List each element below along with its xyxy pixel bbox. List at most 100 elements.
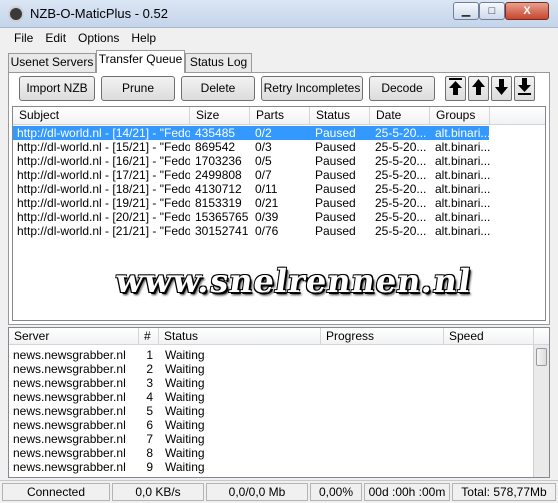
col-parts[interactable]: Parts — [250, 107, 310, 125]
menu-options[interactable]: Options — [72, 29, 125, 45]
move-down-icon[interactable] — [491, 76, 512, 101]
queue-cell-subject: http://dl-world.nl - [20/21] - "Fedo... — [17, 210, 190, 224]
queue-cell-size: 8153319 — [195, 196, 242, 210]
connection-row[interactable]: news.newsgrabber.nl 3 Waiting — [9, 376, 529, 390]
connection-number: 8 — [146, 446, 153, 460]
queue-cell-date: 25-5-20... — [375, 154, 427, 168]
connection-row[interactable]: news.newsgrabber.nl 9 Waiting — [9, 460, 529, 474]
vertical-scrollbar[interactable] — [533, 345, 549, 477]
connection-status: Waiting — [165, 460, 205, 474]
queue-cell-groups: alt.binari... — [435, 224, 490, 238]
title-bar: NZB-O-MaticPlus - 0.52 ▁ □ X — [0, 0, 558, 28]
col-groups[interactable]: Groups — [430, 107, 490, 125]
queue-cell-date: 25-5-20... — [375, 126, 427, 140]
queue-cell-groups: alt.binari... — [435, 168, 490, 182]
connection-number: 2 — [146, 362, 153, 376]
col-size[interactable]: Size — [190, 107, 250, 125]
queue-cell-date: 25-5-20... — [375, 196, 427, 210]
queue-row[interactable]: http://dl-world.nl - [20/21] - "Fedo... 1… — [13, 210, 545, 224]
import-nzb-button[interactable]: Import NZB — [19, 76, 95, 101]
eta-status: 00d :00h :00m — [364, 483, 450, 501]
connection-server: news.newsgrabber.nl — [13, 460, 126, 474]
connection-row[interactable]: news.newsgrabber.nl 2 Waiting — [9, 362, 529, 376]
delete-button[interactable]: Delete — [181, 76, 255, 101]
queue-row[interactable]: http://dl-world.nl - [18/21] - "Fedo... 4… — [13, 182, 545, 196]
speed-status: 0,0 KB/s — [112, 483, 204, 501]
retry-incompletes-button[interactable]: Retry Incompletes — [261, 76, 363, 101]
queue-row[interactable]: http://dl-world.nl - [16/21] - "Fedo... 1… — [13, 154, 545, 168]
connection-number: 6 — [146, 418, 153, 432]
percent-status: 0,00% — [310, 483, 362, 501]
queue-cell-parts: 0/21 — [255, 196, 279, 210]
connection-number: 7 — [146, 432, 153, 446]
scrollbar-thumb[interactable] — [536, 348, 547, 366]
connection-server: news.newsgrabber.nl — [13, 404, 126, 418]
tab-status-log[interactable]: Status Log — [185, 53, 252, 72]
menu-help[interactable]: Help — [125, 29, 162, 45]
transfer-status: 0,0/0,0 Mb — [206, 483, 308, 501]
queue-cell-status: Paused — [315, 140, 356, 154]
col-status[interactable]: Status — [310, 107, 370, 125]
total-status: Total: 578,77Mb — [452, 483, 556, 501]
queue-cell-size: 30152741 — [195, 224, 249, 238]
queue-cell-subject: http://dl-world.nl - [15/21] - "Fedo... — [17, 140, 190, 154]
move-top-icon[interactable] — [445, 76, 466, 101]
queue-row[interactable]: http://dl-world.nl - [19/21] - "Fedo... 8… — [13, 196, 545, 210]
connection-number: 4 — [146, 390, 153, 404]
queue-cell-size: 15365765 — [195, 210, 249, 224]
queue-cell-status: Paused — [315, 182, 356, 196]
maximize-button[interactable]: □ — [479, 2, 505, 20]
tab-usenet-servers[interactable]: Usenet Servers — [8, 53, 96, 72]
move-bottom-icon[interactable] — [514, 76, 535, 101]
tab-transfer-queue[interactable]: Transfer Queue — [96, 50, 185, 73]
minimize-button[interactable]: ▁ — [453, 2, 479, 20]
connection-server: news.newsgrabber.nl — [13, 390, 126, 404]
queue-cell-size: 1703236 — [195, 154, 242, 168]
col-progress[interactable]: Progress — [321, 328, 444, 345]
col-conn-status[interactable]: Status — [159, 328, 321, 345]
queue-cell-groups: alt.binari... — [435, 182, 490, 196]
queue-cell-size: 435485 — [195, 126, 236, 140]
connection-row[interactable]: news.newsgrabber.nl 8 Waiting — [9, 446, 529, 460]
connection-number: 5 — [146, 404, 153, 418]
connection-server: news.newsgrabber.nl — [13, 348, 126, 362]
menu-file[interactable]: File — [0, 29, 39, 45]
window-title: NZB-O-MaticPlus - 0.52 — [30, 6, 168, 21]
col-speed[interactable]: Speed — [444, 328, 534, 345]
col-number[interactable]: # — [139, 328, 159, 345]
queue-cell-subject: http://dl-world.nl - [16/21] - "Fedo... — [17, 154, 190, 168]
move-up-icon[interactable] — [468, 76, 489, 101]
connection-number: 9 — [146, 460, 153, 474]
connection-row[interactable]: news.newsgrabber.nl 1 Waiting — [9, 348, 529, 362]
queue-row[interactable]: http://dl-world.nl - [17/21] - "Fedo... 2… — [13, 168, 545, 182]
col-server[interactable]: Server — [9, 328, 139, 345]
connection-row[interactable]: news.newsgrabber.nl 4 Waiting — [9, 390, 529, 404]
queue-cell-groups: alt.binari... — [435, 154, 490, 168]
queue-cell-subject: http://dl-world.nl - [18/21] - "Fedo... — [17, 182, 190, 196]
menu-bar: File Edit Options Help — [0, 29, 558, 49]
queue-row[interactable]: http://dl-world.nl - [15/21] - "Fedo... 8… — [13, 140, 545, 154]
prune-button[interactable]: Prune — [101, 76, 175, 101]
queue-cell-date: 25-5-20... — [375, 182, 427, 196]
queue-row[interactable]: http://dl-world.nl - [21/21] - "Fedo... 3… — [13, 224, 545, 238]
connection-row[interactable]: news.newsgrabber.nl 6 Waiting — [9, 418, 529, 432]
queue-row[interactable]: http://dl-world.nl - [14/21] - "Fedo... 4… — [13, 126, 490, 140]
queue-cell-parts: 0/5 — [255, 154, 272, 168]
queue-cell-parts: 0/3 — [255, 140, 272, 154]
queue-cell-parts: 0/76 — [255, 224, 279, 238]
menu-edit[interactable]: Edit — [39, 29, 72, 45]
connections-header: Server # Status Progress Speed — [9, 328, 549, 345]
queue-cell-status: Paused — [315, 168, 356, 182]
decode-button[interactable]: Decode — [369, 76, 435, 101]
queue-cell-date: 25-5-20... — [375, 140, 427, 154]
connection-status: Waiting — [165, 390, 205, 404]
connection-row[interactable]: news.newsgrabber.nl 7 Waiting — [9, 432, 529, 446]
connections-list[interactable]: Server # Status Progress Speed news.news… — [8, 327, 550, 478]
queue-cell-subject: http://dl-world.nl - [21/21] - "Fedo... — [17, 224, 190, 238]
connection-status: Waiting — [165, 446, 205, 460]
col-date[interactable]: Date — [370, 107, 430, 125]
queue-cell-parts: 0/2 — [255, 126, 272, 140]
close-button[interactable]: X — [505, 2, 549, 20]
connection-row[interactable]: news.newsgrabber.nl 5 Waiting — [9, 404, 529, 418]
col-subject[interactable]: Subject — [13, 107, 190, 125]
